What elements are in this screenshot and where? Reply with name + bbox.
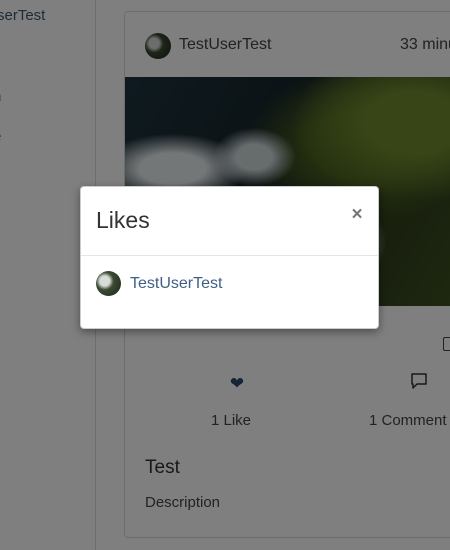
modal-header: Likes × <box>81 187 378 256</box>
like-user-link[interactable]: TestUserTest <box>130 275 222 293</box>
modal-title: Likes <box>96 207 150 233</box>
list-item[interactable]: TestUserTest <box>96 271 366 297</box>
close-button[interactable]: × <box>350 205 364 225</box>
avatar[interactable] <box>96 271 121 296</box>
likes-modal: Likes × TestUserTest <box>80 186 379 329</box>
